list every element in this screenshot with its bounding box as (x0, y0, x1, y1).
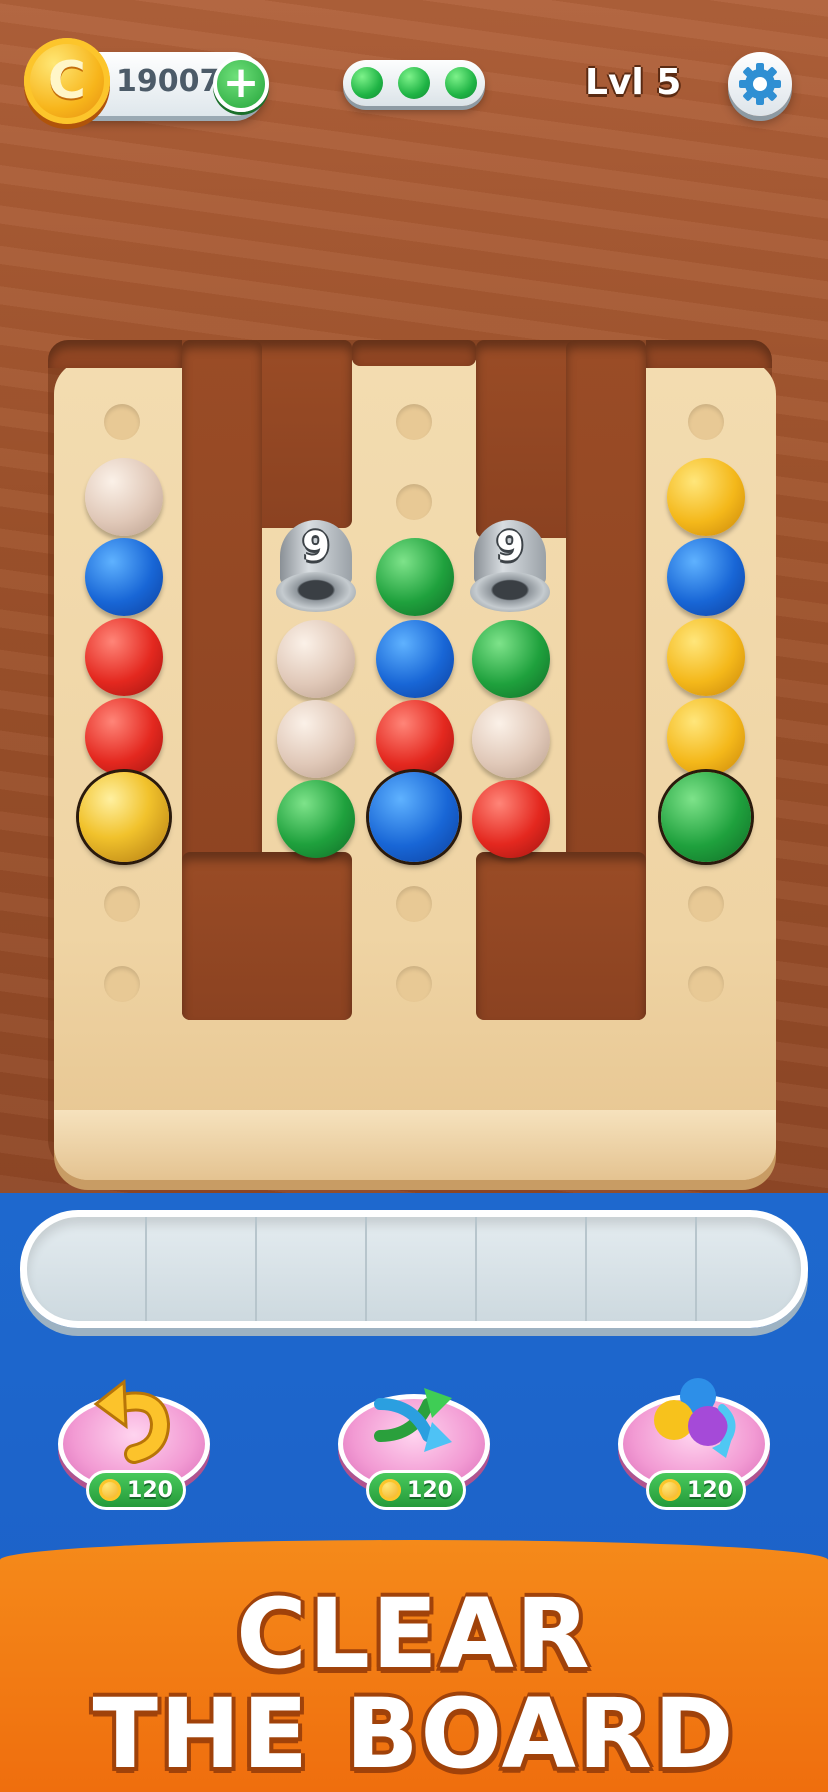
color-swap-booster-button[interactable]: 120 (618, 1378, 770, 1510)
ball-green[interactable] (277, 780, 355, 858)
level-progress (343, 60, 485, 106)
price-value: 120 (407, 1477, 453, 1503)
shuffle-booster-button[interactable]: 120 (338, 1380, 490, 1510)
ball-yellow[interactable] (667, 458, 745, 536)
shuffle-icon (374, 1388, 452, 1452)
tray-divider (145, 1217, 147, 1321)
coin-icon (379, 1479, 402, 1501)
price-value: 120 (687, 1477, 733, 1503)
progress-dot (445, 67, 477, 99)
empty-hole (104, 886, 140, 922)
empty-hole (688, 966, 724, 1002)
gear-icon (739, 63, 781, 105)
ball-blue[interactable] (376, 620, 454, 698)
ball-beige[interactable] (277, 700, 355, 778)
coin-icon: C (24, 38, 110, 124)
wood-cutout (646, 340, 772, 368)
board-edge (54, 1110, 776, 1180)
lock-count: 9 (496, 524, 524, 570)
undo-booster-button[interactable]: 120 (58, 1379, 210, 1510)
empty-hole (396, 404, 432, 440)
ball-yellow[interactable] (667, 698, 745, 776)
ball-green-selectable[interactable] (661, 772, 751, 862)
tray-divider (475, 1217, 477, 1321)
ball-beige[interactable] (277, 620, 355, 698)
tray-divider (365, 1217, 367, 1321)
wood-cutout (352, 340, 476, 366)
tray-divider (585, 1217, 587, 1321)
promo-banner: CLEAR THE BOARD (0, 1540, 828, 1792)
empty-hole (688, 404, 724, 440)
empty-hole (688, 886, 724, 922)
ball-blue[interactable] (667, 538, 745, 616)
ball-red[interactable] (376, 700, 454, 778)
coin-balance: 19007 (116, 64, 221, 99)
empty-hole (104, 404, 140, 440)
add-coins-button[interactable]: + (213, 56, 269, 112)
tray-divider (255, 1217, 257, 1321)
lock-cap-base (276, 572, 356, 612)
settings-button[interactable] (728, 52, 792, 116)
lock-cap: 9 (470, 520, 550, 616)
lock-cap: 9 (276, 520, 356, 616)
tray-divider (695, 1217, 697, 1321)
coin-icon (659, 1479, 682, 1501)
banner-line-1: CLEAR (236, 1578, 592, 1690)
color-swap-icon (654, 1378, 736, 1458)
ball-red[interactable] (472, 780, 550, 858)
ball-beige[interactable] (85, 458, 163, 536)
empty-hole (396, 484, 432, 520)
wood-cutout (476, 852, 646, 1020)
booster-price: 120 (86, 1470, 186, 1510)
undo-arrow-icon (93, 1379, 171, 1464)
ball-red[interactable] (85, 698, 163, 776)
collection-tray (20, 1210, 808, 1328)
ball-yellow[interactable] (667, 618, 745, 696)
ball-beige[interactable] (472, 700, 550, 778)
booster-price: 120 (646, 1470, 746, 1510)
progress-dot (351, 67, 383, 99)
ball-green[interactable] (376, 538, 454, 616)
booster-price: 120 (366, 1470, 466, 1510)
coin-icon (99, 1479, 122, 1501)
ball-blue-selectable[interactable] (369, 772, 459, 862)
ball-green[interactable] (472, 620, 550, 698)
empty-hole (396, 886, 432, 922)
banner-line-2: THE BOARD (92, 1678, 736, 1790)
ball-blue[interactable] (85, 538, 163, 616)
empty-hole (104, 966, 140, 1002)
wood-cutout (182, 852, 352, 1020)
ball-gold-selectable[interactable] (79, 772, 169, 862)
wood-cutout (48, 340, 182, 368)
price-value: 120 (127, 1477, 173, 1503)
lock-cap-base (470, 572, 550, 612)
lock-count: 9 (302, 524, 330, 570)
empty-hole (396, 966, 432, 1002)
progress-dot (398, 67, 430, 99)
ball-red[interactable] (85, 618, 163, 696)
level-label: Lvl 5 (585, 62, 682, 103)
